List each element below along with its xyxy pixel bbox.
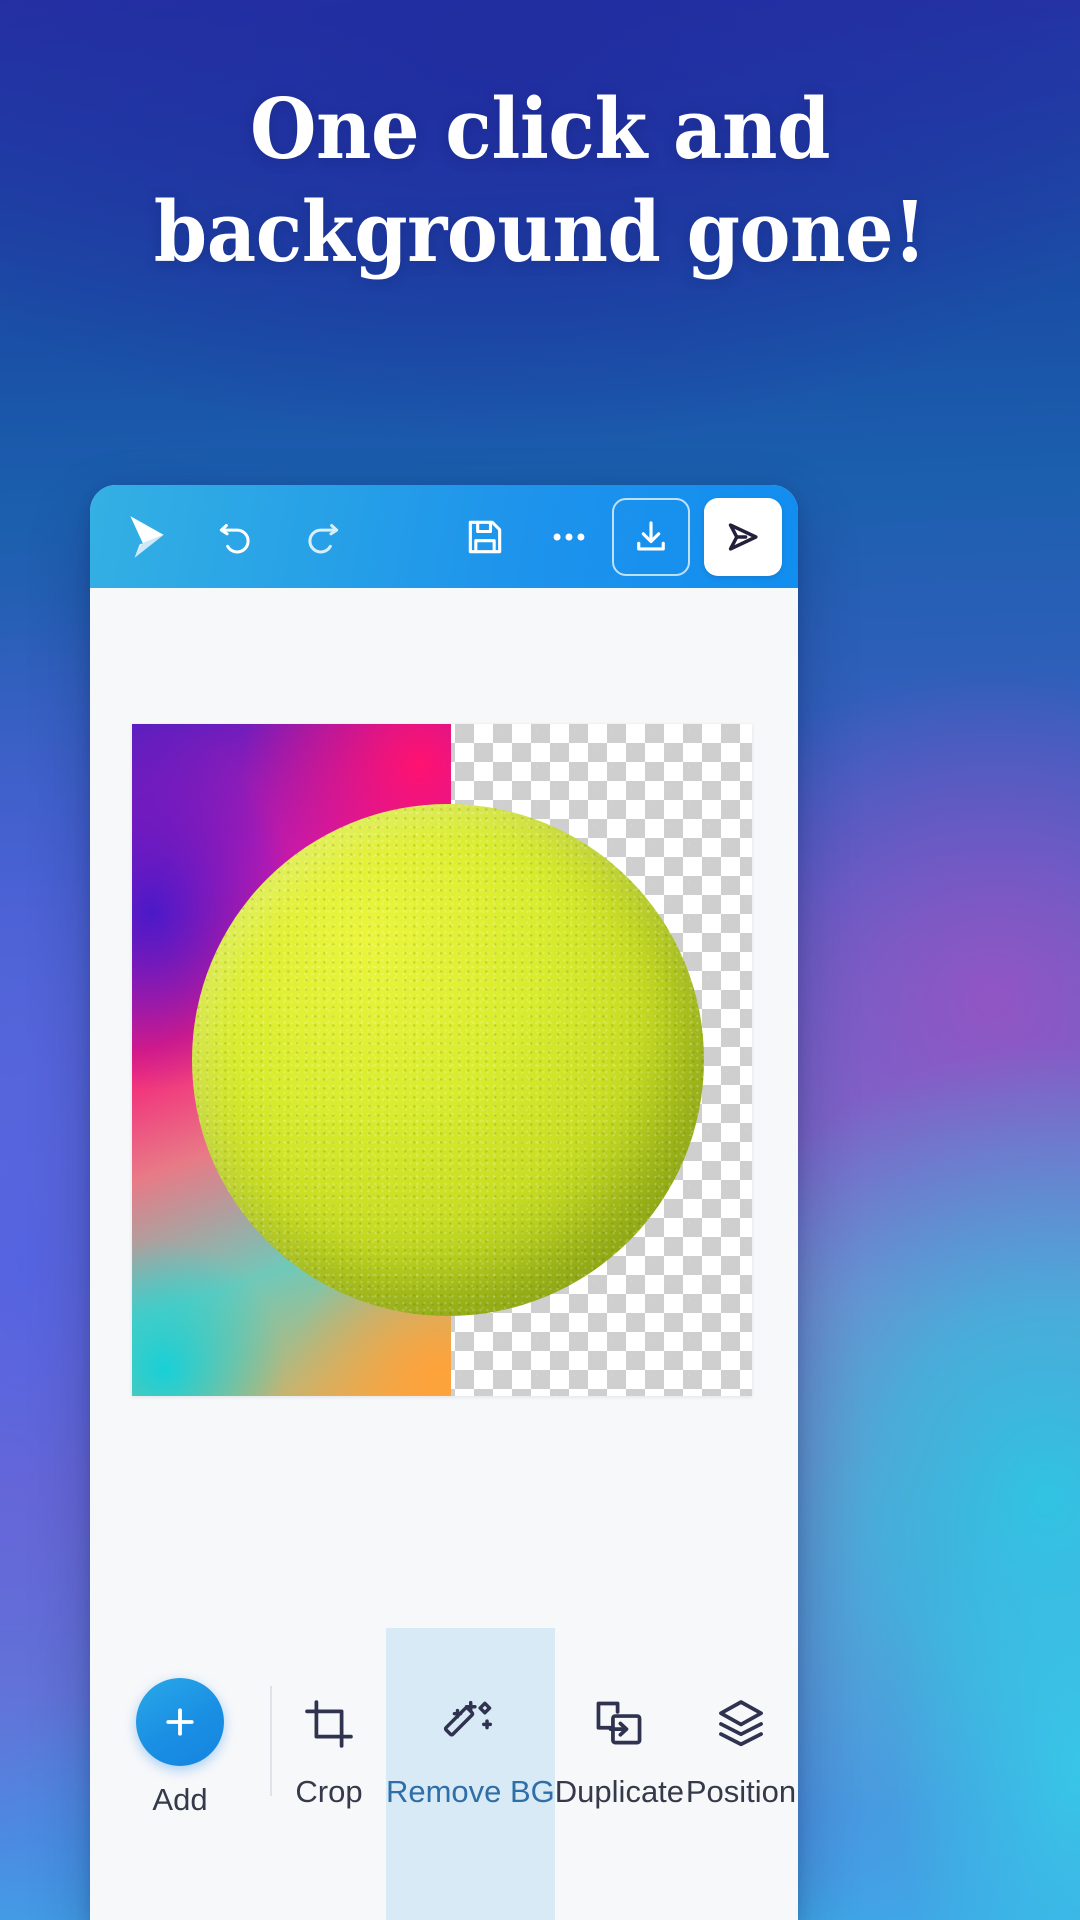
- add-button[interactable]: Add: [90, 1628, 270, 1920]
- app-logo-button[interactable]: [116, 506, 178, 568]
- magic-wand-icon: [441, 1678, 499, 1770]
- artboard[interactable]: [132, 724, 752, 1396]
- redo-icon[interactable]: [292, 506, 354, 568]
- undo-icon[interactable]: [204, 506, 266, 568]
- tab-remove-bg-label: Remove BG: [385, 1774, 555, 1809]
- share-button[interactable]: [704, 497, 782, 576]
- crop-icon: [301, 1678, 357, 1770]
- tab-duplicate-label: Duplicate: [554, 1774, 685, 1809]
- save-icon[interactable]: [454, 506, 516, 568]
- headline: One click and background gone!: [0, 88, 1080, 274]
- layers-icon: [713, 1678, 769, 1770]
- download-button[interactable]: [612, 497, 690, 576]
- phone-mockup: Remove Background Add Cro: [90, 485, 798, 1920]
- bottom-tool-bar: Add Crop Remove BG Duplicate Position: [90, 1628, 798, 1920]
- tab-remove-bg[interactable]: Remove BG: [385, 1628, 555, 1920]
- tab-position[interactable]: Position: [684, 1628, 798, 1920]
- tab-crop[interactable]: Crop: [272, 1628, 386, 1920]
- add-button-label: Add: [152, 1782, 208, 1817]
- headline-line-1: One click and: [249, 80, 831, 178]
- duplicate-icon: [591, 1678, 647, 1770]
- tab-crop-label: Crop: [295, 1774, 363, 1809]
- tab-duplicate[interactable]: Duplicate: [555, 1628, 684, 1920]
- tab-position-label: Position: [685, 1774, 797, 1809]
- tennis-ball-image[interactable]: [192, 804, 704, 1316]
- app-toolbar: [90, 485, 798, 588]
- more-options-icon[interactable]: [538, 506, 600, 568]
- plus-icon: [136, 1678, 224, 1766]
- tool-tabs: Crop Remove BG Duplicate Position: [272, 1628, 798, 1920]
- headline-line-2: background gone!: [153, 183, 927, 281]
- editor-canvas-stage[interactable]: Remove Background: [90, 588, 798, 1628]
